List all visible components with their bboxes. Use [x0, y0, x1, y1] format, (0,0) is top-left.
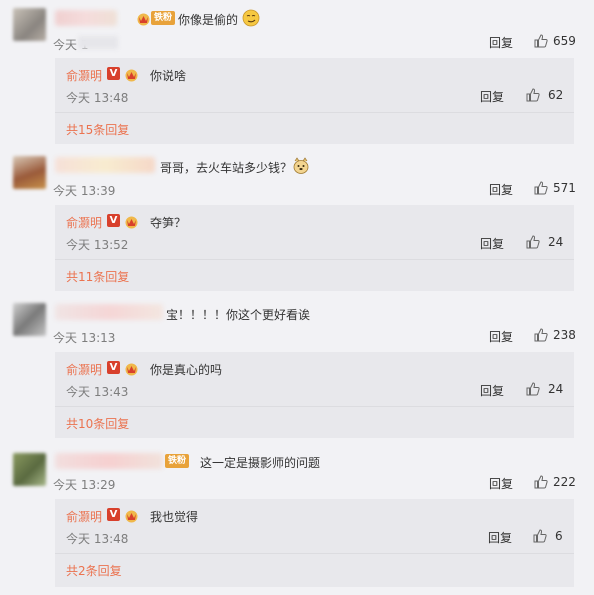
fan-badge: 铁粉 — [165, 454, 190, 468]
comment-text: 宝！！！！你这个更好看诶 — [166, 308, 311, 322]
thumbs-up-icon[interactable] — [533, 327, 549, 343]
reply-text: 你说啥 — [150, 69, 187, 83]
verified-v-icon: V — [107, 361, 120, 374]
verified-v-icon: V — [107, 508, 120, 521]
thumbs-up-icon[interactable] — [533, 180, 549, 196]
reply-button[interactable]: 回复 — [489, 181, 513, 198]
comment-text: 这一定是摄影师的问题 — [200, 456, 321, 470]
comment-text: 哥哥，去火车站多少钱？ — [160, 161, 293, 175]
reply-text: 你是真心的吗 — [150, 363, 223, 377]
crown-fan-icon — [123, 67, 140, 82]
like-count: 238 — [553, 328, 576, 342]
divider — [55, 406, 574, 407]
crown-fan-icon — [123, 214, 140, 229]
crown-fan-icon — [123, 508, 140, 523]
reply-button[interactable]: 回复 — [488, 529, 512, 546]
verified-v-icon: V — [107, 214, 120, 227]
reply-box: 俞灏明 V 你是真心的吗 今天 13:43 回复 24 共10条回复 — [55, 352, 574, 438]
comment-text: 你像是偷的 — [178, 13, 239, 27]
thumbs-up-icon[interactable] — [525, 234, 541, 250]
reply-button[interactable]: 回复 — [480, 235, 504, 252]
reply-box: 俞灏明 V 我也觉得 今天 13:48 回复 6 共2条回复 — [55, 499, 574, 587]
thumbs-up-icon[interactable] — [525, 381, 541, 397]
reply-time: 今天 13:48 — [66, 91, 129, 105]
blurred-time — [78, 36, 118, 49]
username-blurred[interactable] — [55, 304, 163, 320]
reply-username[interactable]: 俞灏明 — [66, 67, 102, 84]
avatar[interactable] — [13, 8, 46, 41]
more-replies-link[interactable]: 共11条回复 — [66, 268, 129, 285]
reply-button[interactable]: 回复 — [489, 475, 513, 492]
reply-time: 今天 13:43 — [66, 385, 129, 399]
divider — [55, 259, 574, 260]
more-replies-link[interactable]: 共10条回复 — [66, 415, 129, 432]
reply-username[interactable]: 俞灏明 — [66, 214, 102, 231]
thumbs-up-icon[interactable] — [525, 87, 541, 103]
crown-fan-icon — [135, 11, 152, 26]
like-count: 659 — [553, 34, 576, 48]
like-count: 571 — [553, 181, 576, 195]
avatar[interactable] — [13, 303, 46, 336]
like-count: 6 — [555, 529, 563, 543]
reply-button[interactable]: 回复 — [480, 382, 504, 399]
more-replies-link[interactable]: 共15条回复 — [66, 121, 129, 138]
smirk-emoji-icon — [242, 9, 260, 27]
avatar[interactable] — [13, 156, 46, 189]
reply-time: 今天 13:48 — [66, 532, 129, 546]
more-replies-link[interactable]: 共2条回复 — [66, 562, 122, 579]
comment-time: 今天 13:13 — [53, 331, 116, 345]
divider — [55, 112, 574, 113]
comment-time: 今天 13:39 — [53, 184, 116, 198]
crown-fan-icon — [123, 361, 140, 376]
reply-time: 今天 13:52 — [66, 238, 129, 252]
thumbs-up-icon[interactable] — [533, 474, 549, 490]
divider — [55, 553, 574, 554]
verified-v-icon: V — [107, 67, 120, 80]
username-blurred[interactable] — [55, 157, 155, 173]
avatar[interactable] — [13, 453, 46, 486]
thumbs-up-icon[interactable] — [532, 528, 548, 544]
reply-username[interactable]: 俞灏明 — [66, 361, 102, 378]
like-count: 24 — [548, 235, 564, 249]
reply-button[interactable]: 回复 — [489, 34, 513, 51]
reply-button[interactable]: 回复 — [480, 88, 504, 105]
like-count: 62 — [548, 88, 564, 102]
doge-emoji-icon — [293, 157, 309, 174]
like-count: 24 — [548, 382, 564, 396]
username-blurred[interactable] — [55, 10, 117, 26]
like-count: 222 — [553, 475, 576, 489]
reply-box: 俞灏明 V 你说啥 今天 13:48 回复 62 共15条回复 — [55, 58, 574, 144]
fan-badge: 铁粉 — [151, 11, 176, 25]
comment-time: 今天 13:29 — [53, 478, 116, 492]
reply-text: 夺笋？ — [150, 216, 187, 230]
reply-text: 我也觉得 — [150, 510, 199, 524]
reply-username[interactable]: 俞灏明 — [66, 508, 102, 525]
username-blurred[interactable] — [55, 453, 163, 469]
thumbs-up-icon[interactable] — [533, 33, 549, 49]
reply-box: 俞灏明 V 夺笋？ 今天 13:52 回复 24 共11条回复 — [55, 205, 574, 291]
reply-button[interactable]: 回复 — [489, 328, 513, 345]
